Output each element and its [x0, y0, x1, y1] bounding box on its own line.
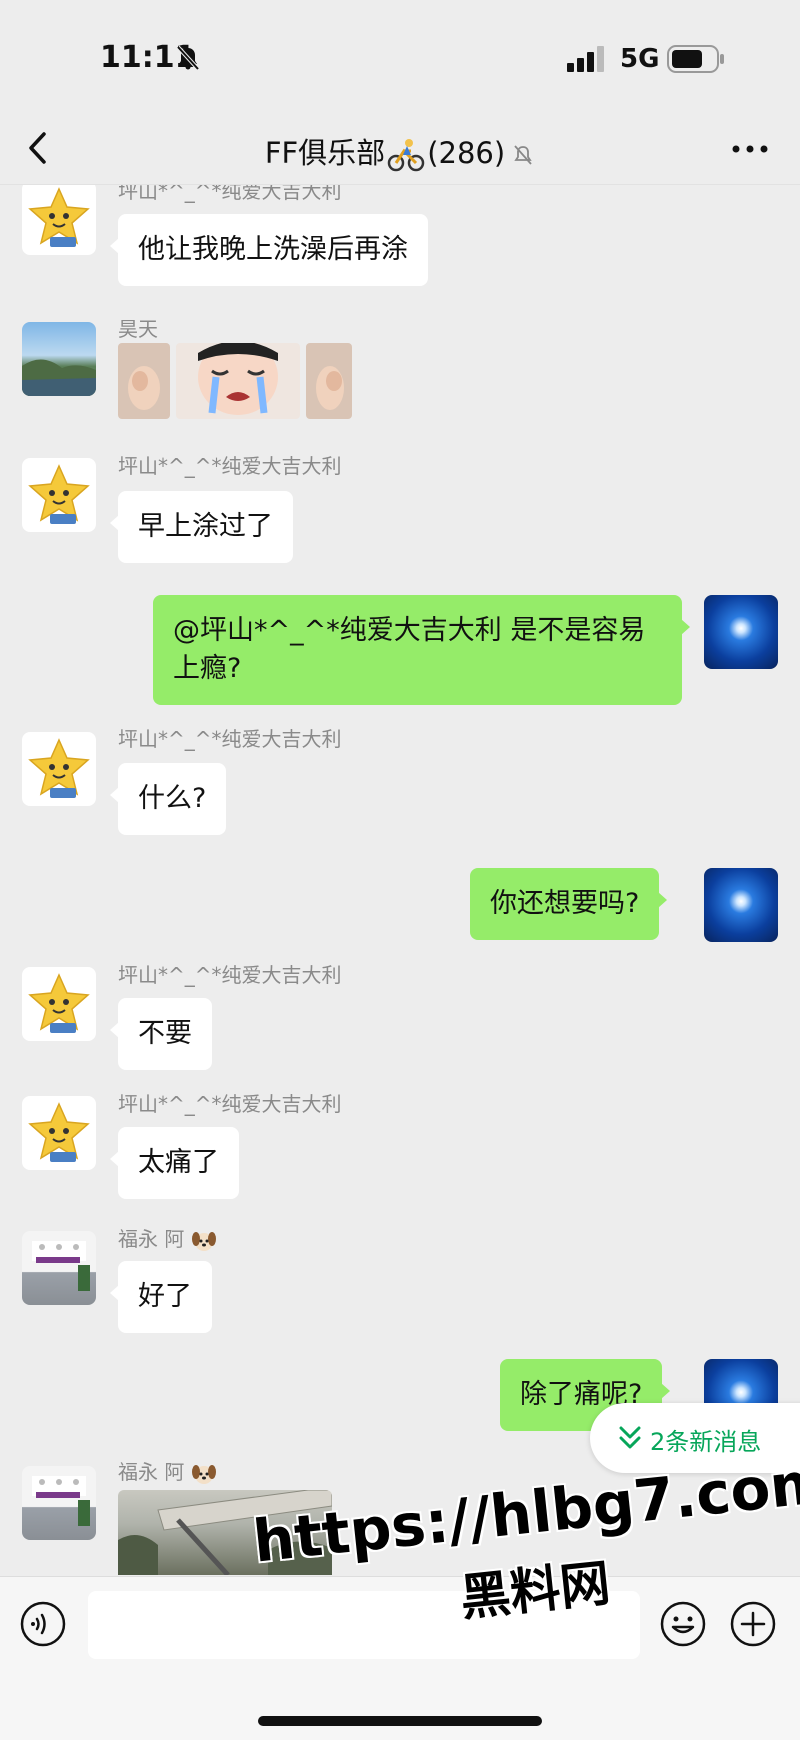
sender-name: 福永 阿: [118, 1223, 217, 1253]
avatar[interactable]: [22, 1466, 96, 1540]
sender-name-text: 福永 阿: [118, 1460, 185, 1484]
chat-title: FF俱乐部 (286): [0, 130, 800, 173]
sticker-image[interactable]: [306, 343, 352, 419]
double-chevron-down-icon: [619, 1426, 641, 1449]
avatar[interactable]: [22, 458, 96, 532]
avatar[interactable]: [22, 1096, 96, 1170]
sticker-row[interactable]: [118, 343, 352, 419]
bell-off-icon: [176, 45, 200, 71]
sender-name: 坪山*^_^*纯爱大吉大利: [118, 727, 342, 751]
dog-emoji-icon: [191, 1231, 216, 1251]
my-avatar[interactable]: [704, 868, 778, 942]
avatar[interactable]: [22, 322, 96, 396]
message-bubble[interactable]: 早上涂过了: [110, 491, 293, 563]
group-name: FF俱乐部: [264, 136, 386, 170]
sender-name: 昊天: [118, 317, 158, 341]
home-indicator: [258, 1716, 542, 1726]
avatar[interactable]: [22, 732, 96, 806]
message-bubble[interactable]: 不要: [110, 998, 212, 1070]
avatar[interactable]: [22, 1231, 96, 1305]
cyclist-emoji-icon: [387, 139, 425, 172]
sender-name: 坪山*^_^*纯爱大吉大利: [118, 185, 342, 203]
sender-name: 坪山*^_^*纯爱大吉大利: [118, 454, 342, 478]
message-list[interactable]: 坪山*^_^*纯爱大吉大利 他让我晚上洗澡后再涂 昊天 坪山*^_^*纯爱大吉大…: [0, 185, 800, 1575]
chat-header: FF俱乐部 (286): [0, 118, 800, 185]
signal-icon: [567, 46, 604, 72]
message-bubble[interactable]: 什么?: [109, 763, 227, 835]
sticker-image[interactable]: [176, 343, 300, 419]
avatar[interactable]: [22, 967, 96, 1041]
sender-name: 福永 阿: [118, 1456, 217, 1486]
sender-name: 坪山*^_^*纯爱大吉大利: [118, 1092, 342, 1116]
more-icon[interactable]: [728, 134, 772, 164]
battery-icon: [667, 45, 724, 73]
sender-name-text: 福永 阿: [118, 1227, 185, 1251]
new-messages-label: 2条新消息: [650, 1428, 762, 1456]
avatar[interactable]: [22, 185, 96, 255]
my-message-bubble[interactable]: @坪山*^_^*纯爱大吉大利 是不是容易上瘾?: [153, 595, 690, 705]
message-bubble[interactable]: 他让我晚上洗澡后再涂: [110, 214, 428, 286]
message-bubble[interactable]: 好了: [110, 1261, 212, 1333]
sticker-image[interactable]: [118, 343, 170, 419]
sender-name: 坪山*^_^*纯爱大吉大利: [118, 963, 342, 987]
message-bubble[interactable]: 太痛了: [110, 1127, 239, 1199]
status-bar: 11:11 5G: [0, 0, 800, 118]
voice-icon[interactable]: [20, 1601, 66, 1647]
my-message-bubble[interactable]: 你还想要吗?: [470, 868, 668, 940]
my-avatar[interactable]: [704, 595, 778, 669]
muted-bell-icon: [514, 145, 532, 165]
watermark-text: 黑料网: [457, 1553, 613, 1628]
network-type: 5G: [620, 44, 660, 74]
member-count: (286): [427, 136, 506, 170]
dog-emoji-icon: [191, 1464, 216, 1484]
